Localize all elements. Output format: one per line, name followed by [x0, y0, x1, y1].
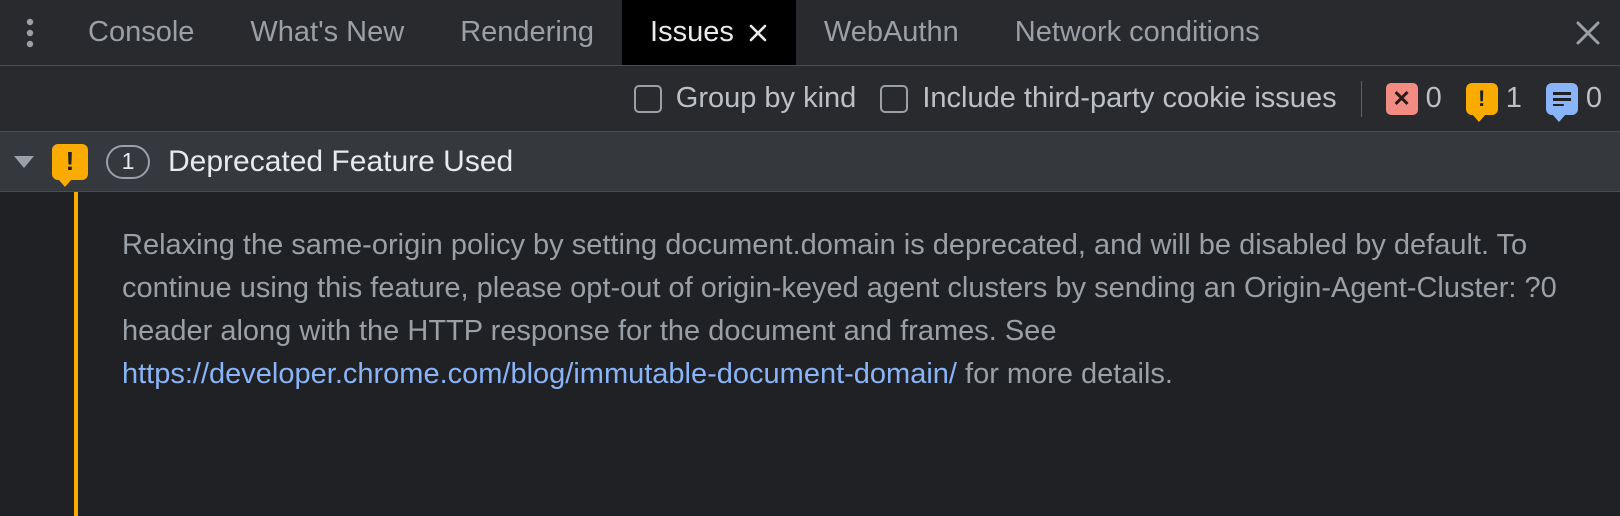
tab-label: What's New	[250, 16, 404, 49]
issue-learn-more-link[interactable]: https://developer.chrome.com/blog/immuta…	[122, 358, 957, 390]
checkbox-label: Include third-party cookie issues	[922, 82, 1336, 115]
warning-icon: !	[1466, 83, 1498, 115]
checkbox-icon	[634, 85, 662, 113]
severity-stripe	[74, 192, 78, 516]
kebab-icon	[26, 18, 34, 48]
tab-webauthn[interactable]: WebAuthn	[796, 0, 987, 65]
issue-count-badge: 1	[106, 145, 150, 179]
tab-whats-new[interactable]: What's New	[222, 0, 432, 65]
tab-label: WebAuthn	[824, 16, 959, 49]
error-count[interactable]: ✕ 0	[1386, 82, 1442, 115]
issue-row-header[interactable]: ! 1 Deprecated Feature Used	[0, 132, 1620, 192]
close-icon	[1575, 20, 1601, 46]
close-drawer-button[interactable]	[1556, 0, 1620, 65]
tab-close-button[interactable]	[748, 23, 768, 43]
expand-toggle-icon[interactable]	[14, 156, 34, 168]
count-value: 0	[1586, 82, 1602, 115]
include-third-party-checkbox[interactable]: Include third-party cookie issues	[880, 82, 1336, 115]
drawer-tab-bar: Console What's New Rendering Issues WebA…	[0, 0, 1620, 66]
count-value: 0	[1426, 82, 1442, 115]
issue-gutter	[0, 192, 78, 516]
warning-icon: !	[52, 144, 88, 180]
issues-toolbar: Group by kind Include third-party cookie…	[0, 66, 1620, 132]
tab-console[interactable]: Console	[60, 0, 222, 65]
tab-rendering[interactable]: Rendering	[432, 0, 622, 65]
info-count[interactable]: 0	[1546, 82, 1602, 115]
issue-body: Relaxing the same-origin policy by setti…	[0, 192, 1620, 516]
tab-network-conditions[interactable]: Network conditions	[987, 0, 1288, 65]
info-icon	[1546, 83, 1578, 115]
issue-title: Deprecated Feature Used	[168, 145, 513, 179]
tab-label: Console	[88, 16, 194, 49]
tab-label: Network conditions	[1015, 16, 1260, 49]
toolbar-divider	[1361, 81, 1362, 117]
group-by-kind-checkbox[interactable]: Group by kind	[634, 82, 857, 115]
badge-value: 1	[122, 148, 135, 175]
warning-count[interactable]: ! 1	[1466, 82, 1522, 115]
checkbox-icon	[880, 85, 908, 113]
checkbox-label: Group by kind	[676, 82, 857, 115]
tab-label: Rendering	[460, 16, 594, 49]
issue-message: Relaxing the same-origin policy by setti…	[78, 192, 1620, 516]
tab-issues[interactable]: Issues	[622, 0, 796, 65]
error-icon: ✕	[1386, 83, 1418, 115]
issue-message-text: Relaxing the same-origin policy by setti…	[122, 229, 1557, 347]
count-value: 1	[1506, 82, 1522, 115]
issue-message-text: for more details.	[957, 358, 1173, 390]
more-tabs-button[interactable]	[0, 18, 60, 48]
tab-label: Issues	[650, 16, 734, 49]
close-icon	[748, 23, 768, 43]
